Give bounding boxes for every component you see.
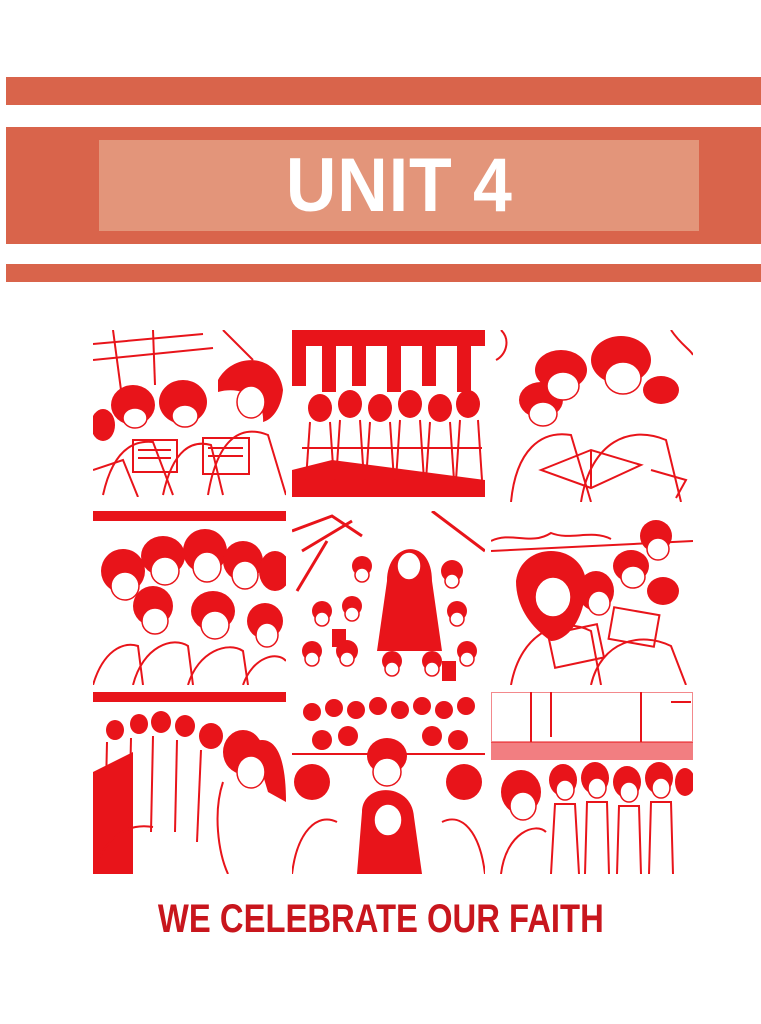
unit-title-box: UNIT 4 [99, 140, 699, 231]
illustration-boys-reading-book-together [491, 330, 693, 502]
unit-subtitle: WE CELEBRATE OUR FAITH [0, 893, 761, 945]
illustration-grid [93, 330, 693, 874]
illustration-children-with-religious-figure [292, 511, 485, 685]
illustration-seated-audience-in-church [292, 692, 485, 874]
top-decorative-stripe [6, 77, 761, 105]
illustration-group-of-smiling-teens [93, 511, 286, 685]
unit-title: UNIT 4 [285, 142, 513, 228]
illustration-students-standing-in-row [292, 330, 485, 497]
unit-subtitle-text: WE CELEBRATE OUR FAITH [157, 897, 604, 941]
bottom-decorative-stripe [6, 264, 761, 282]
illustration-line-of-students-profile [93, 692, 286, 874]
illustration-crowd-of-teens-standing [491, 692, 693, 874]
illustration-girls-reading-papers [491, 511, 693, 685]
illustration-students-reading-handouts [93, 330, 286, 497]
